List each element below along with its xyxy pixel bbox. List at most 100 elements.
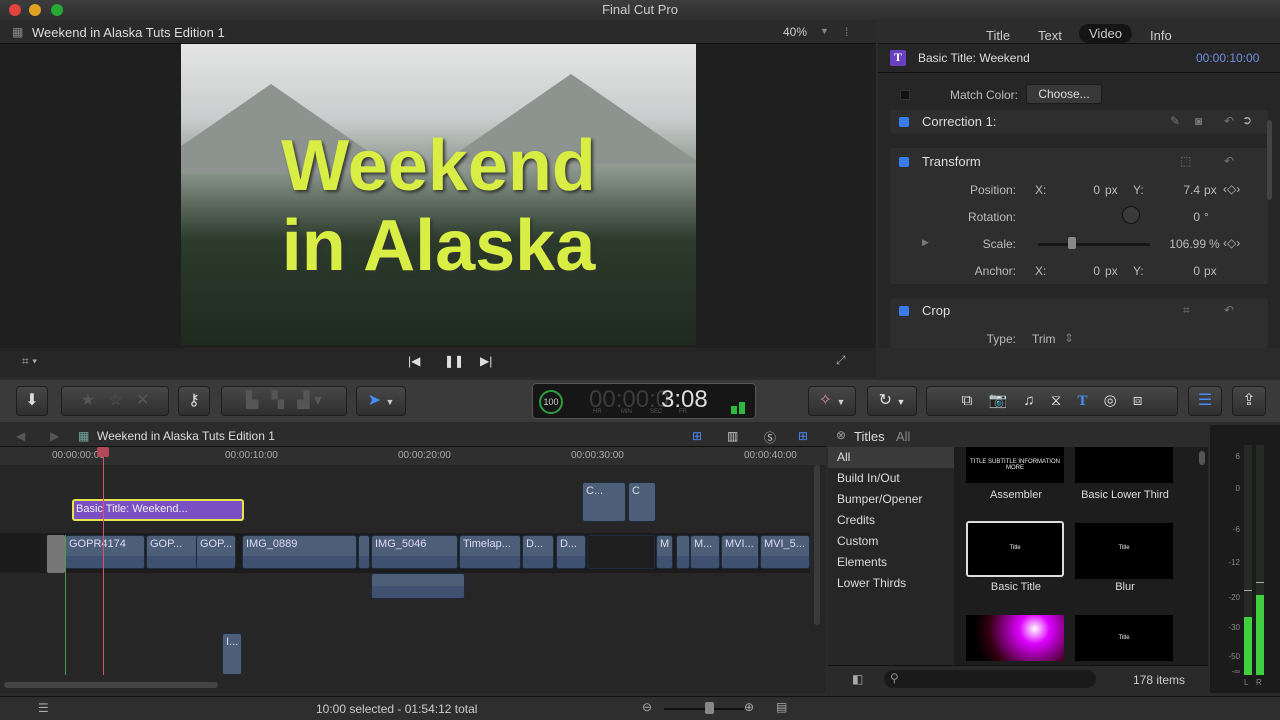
select-tool-button[interactable]: ➤ ▼ — [356, 386, 406, 416]
category-item[interactable]: Bumper/Opener — [828, 489, 954, 510]
append-clip-icon[interactable]: ▟ — [297, 392, 309, 409]
crop-tool-icon[interactable]: ⌗ — [1183, 303, 1190, 318]
forward-arrow-icon[interactable]: ▶ — [50, 429, 59, 443]
timeline-clip[interactable]: IMG_0889 — [242, 535, 357, 569]
title-clip[interactable]: Basic Title: Weekend... — [72, 499, 244, 521]
connected-clip[interactable]: C... — [582, 482, 626, 522]
connected-clip[interactable]: C — [628, 482, 656, 522]
category-item[interactable]: Custom — [828, 531, 954, 552]
favorite-icon[interactable]: ★ — [81, 392, 95, 409]
timeline-clip[interactable]: IMG_5046 — [371, 535, 458, 569]
category-item[interactable]: Elements — [828, 552, 954, 573]
back-arrow-icon[interactable]: ◀ — [16, 429, 25, 443]
timeline-clip[interactable]: GOP... — [146, 535, 200, 569]
photos-browser-icon[interactable]: 📷 — [988, 392, 1007, 409]
unrate-icon[interactable]: ☆ — [108, 392, 122, 409]
timeline-clip[interactable] — [676, 535, 690, 569]
playhead[interactable] — [103, 449, 104, 675]
timeline-clip[interactable]: D... — [556, 535, 586, 569]
transitions-browser-icon[interactable]: ⧖ — [1051, 392, 1062, 409]
tab-info[interactable]: Info — [1140, 26, 1182, 45]
keyframe-icon[interactable]: ‹◇› — [1223, 236, 1240, 250]
effects-browser-icon[interactable]: ⧉ — [962, 392, 973, 409]
category-item[interactable]: Lower Thirds — [828, 573, 954, 594]
tab-text[interactable]: Text — [1028, 26, 1072, 45]
inspector-scrollbar[interactable] — [1267, 120, 1272, 200]
timeline-clip[interactable]: GOP... — [196, 535, 236, 569]
title-item-name[interactable]: Assembler — [956, 489, 1076, 501]
insert-clip-icon[interactable]: ▚ — [272, 392, 284, 409]
reset-icon[interactable]: ↶ — [1224, 114, 1234, 128]
timeline-clip[interactable]: MVI_5... — [760, 535, 810, 569]
view-options-icon[interactable]: ⁞ — [845, 25, 848, 39]
timeline-clip[interactable]: MVI... — [721, 535, 759, 569]
timeline-horizontal-scrollbar[interactable] — [4, 682, 218, 688]
title-item-name[interactable]: Blur — [1065, 581, 1185, 593]
background-tasks-indicator[interactable]: 100 — [539, 390, 563, 414]
timeline-clip[interactable]: M — [656, 535, 673, 569]
audio-clip[interactable] — [371, 573, 465, 599]
thumb-blur[interactable]: Title — [1075, 523, 1173, 579]
clip-appearance-icon[interactable]: ▤ — [776, 700, 787, 714]
browser-filter[interactable]: All — [896, 429, 910, 444]
connect-clip-icon[interactable]: ▙ — [246, 392, 258, 409]
position-x-field[interactable]: 0 — [1060, 183, 1100, 197]
rotation-dial[interactable] — [1122, 206, 1140, 224]
onscreen-controls-icon[interactable]: ⬚ — [1180, 154, 1191, 168]
chevron-down-icon[interactable]: ▼ — [820, 26, 829, 36]
transform-enable-checkbox[interactable] — [899, 157, 909, 167]
thumb-sparkle[interactable] — [966, 615, 1064, 661]
timeline-vertical-scrollbar[interactable] — [814, 465, 820, 625]
keyframe-icon[interactable]: ‹◇› — [1223, 182, 1240, 196]
next-frame-button[interactable]: ▶| — [480, 354, 492, 368]
timeline-clip[interactable]: GOPR4174 — [65, 535, 145, 569]
thumb-assembler[interactable]: TITLE SUBTITLE INFORMATION MORE — [966, 447, 1064, 483]
timeline-index-icon[interactable]: ☰ — [38, 701, 49, 715]
enhancements-button[interactable]: ✧ ▼ — [808, 386, 856, 416]
scale-field[interactable]: 106.99 — [1160, 237, 1206, 251]
zoom-slider[interactable] — [664, 708, 744, 710]
retime-button[interactable]: ↻ ▼ — [867, 386, 917, 416]
timeline-clip[interactable]: D... — [522, 535, 554, 569]
timeline-clip[interactable]: Timelap... — [459, 535, 521, 569]
share-icon[interactable]: ⇪ — [1232, 386, 1266, 416]
thumb-title[interactable]: Title — [1075, 615, 1173, 661]
category-item[interactable]: Credits — [828, 510, 954, 531]
fullscreen-icon[interactable]: ⤢ — [836, 353, 846, 368]
category-item[interactable]: Build In/Out — [828, 468, 954, 489]
audio-skimming-icon[interactable]: ▥ — [727, 429, 738, 443]
rotation-field[interactable]: 0 — [1180, 210, 1200, 224]
scale-slider-handle[interactable] — [1068, 237, 1076, 249]
browser-scrollbar[interactable] — [1199, 451, 1205, 465]
music-browser-icon[interactable]: ♫ — [1023, 392, 1034, 409]
generators-browser-icon[interactable]: ◎ — [1104, 392, 1117, 409]
search-input[interactable]: ⚲ — [884, 670, 1096, 688]
snapping-icon[interactable]: ⊞ — [798, 429, 808, 443]
close-icon[interactable]: ⊗ — [836, 428, 846, 442]
tab-title[interactable]: Title — [976, 26, 1020, 45]
skimming-icon[interactable]: ⊞ — [692, 429, 702, 443]
timeline-clip[interactable]: M... — [690, 535, 720, 569]
transition-clip[interactable] — [47, 535, 65, 573]
category-item[interactable]: All — [828, 447, 954, 468]
zoom-in-icon[interactable]: ⊕ — [744, 700, 754, 714]
inspector-toggle-icon[interactable]: ☰ — [1188, 386, 1222, 416]
playhead-handle[interactable] — [97, 447, 109, 457]
tab-video[interactable]: Video — [1079, 24, 1133, 43]
crop-enable-checkbox[interactable] — [899, 306, 909, 316]
zoom-window-button[interactable] — [51, 4, 63, 16]
zoom-out-icon[interactable]: ⊖ — [642, 700, 652, 714]
reset-icon[interactable]: ↶ — [1224, 154, 1234, 168]
timeline-clip[interactable] — [587, 535, 655, 569]
title-item-name[interactable]: Basic Title — [956, 581, 1076, 593]
anchor-x-field[interactable]: 0 — [1060, 264, 1100, 278]
crop-type-select[interactable]: Trim — [1032, 332, 1056, 346]
keyword-icon[interactable]: ⚷ — [178, 386, 210, 416]
reject-icon[interactable]: ✕ — [136, 392, 149, 409]
solo-icon[interactable]: Ⓢ — [764, 429, 776, 446]
scale-slider[interactable] — [1038, 243, 1150, 246]
thumb-basic-title[interactable]: Title — [966, 521, 1064, 577]
reset-icon[interactable]: ↶ — [1224, 303, 1234, 317]
match-color-checkbox[interactable] — [900, 90, 910, 100]
import-button[interactable]: ⬇ — [16, 386, 48, 416]
